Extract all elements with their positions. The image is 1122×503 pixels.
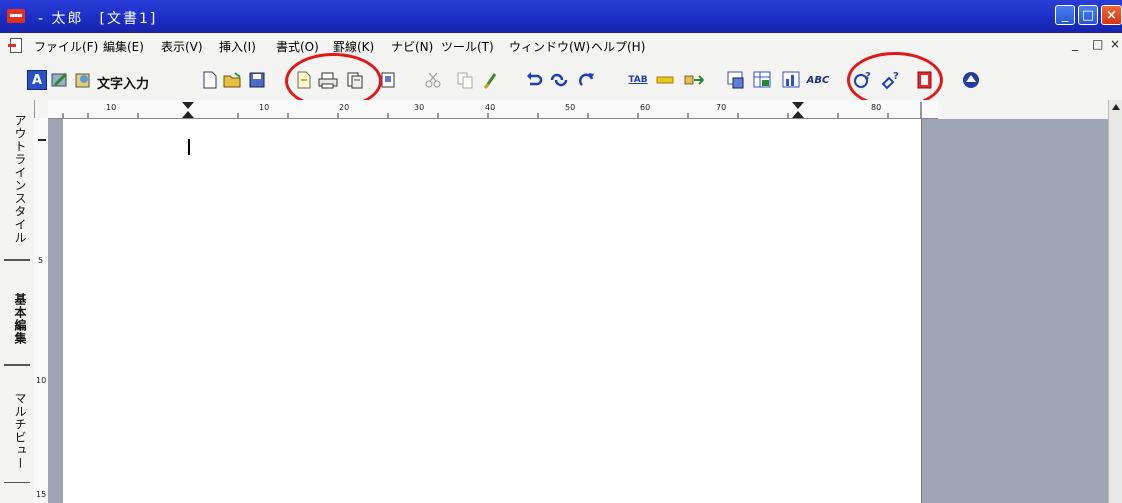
sidebar-tab-label: マルチビュー — [13, 392, 27, 470]
insert-chart-icon[interactable] — [781, 70, 801, 90]
toolbar: A 文字入力 TAB ABC ? ? — [0, 52, 1122, 109]
mdi-minimize-button[interactable]: _ — [1072, 37, 1078, 51]
ruler-tick-label: 60 — [640, 103, 651, 112]
draw-mode-icon[interactable] — [50, 70, 70, 90]
sidebar-tab-label: アウトラインスタイル — [13, 114, 27, 244]
cut-icon[interactable] — [423, 70, 443, 90]
ruler-tick-label: 10 — [36, 376, 47, 385]
ruler-tick-label: 80 — [871, 103, 882, 112]
text-caret — [188, 139, 190, 155]
insert-table-icon[interactable] — [752, 70, 772, 90]
document-page[interactable] — [63, 119, 922, 503]
menu-insert[interactable]: 挿入(I) — [219, 38, 256, 55]
menu-format[interactable]: 書式(O) — [276, 38, 319, 55]
app-icon[interactable] — [7, 9, 25, 23]
menu-edit[interactable]: 編集(E) — [103, 38, 144, 55]
close-button[interactable]: × — [1101, 5, 1122, 25]
sidebar-tab-label: 基本編集 — [13, 293, 27, 345]
paste-brush-icon[interactable] — [481, 70, 501, 90]
sidebar-tab-multi-view[interactable]: マルチビュー — [4, 365, 30, 483]
menu-view[interactable]: 表示(V) — [161, 38, 203, 55]
title-bar: - 太郎 [文書1] _ □ × — [0, 0, 1122, 33]
spell-check-button[interactable]: ABC — [804, 70, 832, 90]
menu-window[interactable]: ウィンドウ(W) — [509, 38, 590, 55]
vertical-ruler[interactable]: 5 10 15 — [34, 118, 49, 503]
ruler-tick-label: 20 — [339, 103, 350, 112]
ruler-tick-label: 50 — [565, 103, 576, 112]
restore-button[interactable]: □ — [1078, 5, 1098, 25]
minimize-button[interactable]: _ — [1055, 5, 1075, 25]
open-folder-icon[interactable] — [223, 70, 243, 90]
new-document-icon[interactable] — [200, 70, 220, 90]
ruler-tick-label: 10 — [259, 103, 270, 112]
jump-icon[interactable] — [684, 70, 704, 90]
object-mode-icon[interactable] — [73, 70, 93, 90]
mdi-close-button[interactable]: × — [1110, 37, 1120, 51]
insert-frame-icon[interactable] — [726, 70, 746, 90]
menu-bar: ファイル(F) 編集(E) 表示(V) 挿入(I) 書式(O) 罫線(K) ナビ… — [0, 33, 1122, 58]
save-icon[interactable] — [247, 70, 267, 90]
navigation-icon[interactable] — [961, 70, 981, 90]
copy-icon[interactable] — [455, 70, 475, 90]
text-mode-icon[interactable]: A — [27, 70, 47, 90]
redo-icon[interactable] — [549, 70, 569, 90]
ruler-tick-label: 70 — [716, 103, 727, 112]
ruler-tick-label: 10 — [106, 103, 117, 112]
horizontal-ruler[interactable]: 10 10 20 30 40 50 60 70 80 — [48, 100, 938, 119]
repeat-icon[interactable] — [577, 70, 597, 90]
document-icon[interactable] — [8, 38, 22, 53]
sidebar-tab-outline-style[interactable]: アウトラインスタイル — [4, 100, 30, 260]
ruler-tick-label: 15 — [36, 490, 47, 499]
ruler-tick-label: 40 — [485, 103, 496, 112]
scroll-up-icon[interactable] — [1109, 100, 1122, 114]
marker-icon[interactable] — [655, 70, 675, 90]
menu-navi[interactable]: ナビ(N) — [391, 38, 433, 55]
menu-tools[interactable]: ツール(T) — [441, 38, 494, 55]
undo-icon[interactable] — [524, 70, 544, 90]
window-title: - 太郎 [文書1] — [38, 11, 158, 27]
vertical-scrollbar[interactable] — [1108, 100, 1122, 503]
ruler-tick-label: 30 — [414, 103, 425, 112]
tab-button[interactable]: TAB — [625, 70, 651, 90]
menu-file[interactable]: ファイル(F) — [34, 38, 98, 55]
ruler-tick-label: 5 — [38, 256, 44, 265]
menu-help[interactable]: ヘルプ(H) — [591, 38, 645, 55]
sidebar: アウトラインスタイル 基本編集 マルチビュー — [0, 100, 35, 503]
sidebar-tab-basic-edit[interactable]: 基本編集 — [4, 260, 30, 365]
text-input-button[interactable]: 文字入力 — [97, 73, 149, 92]
mdi-restore-button[interactable]: □ — [1092, 37, 1103, 51]
